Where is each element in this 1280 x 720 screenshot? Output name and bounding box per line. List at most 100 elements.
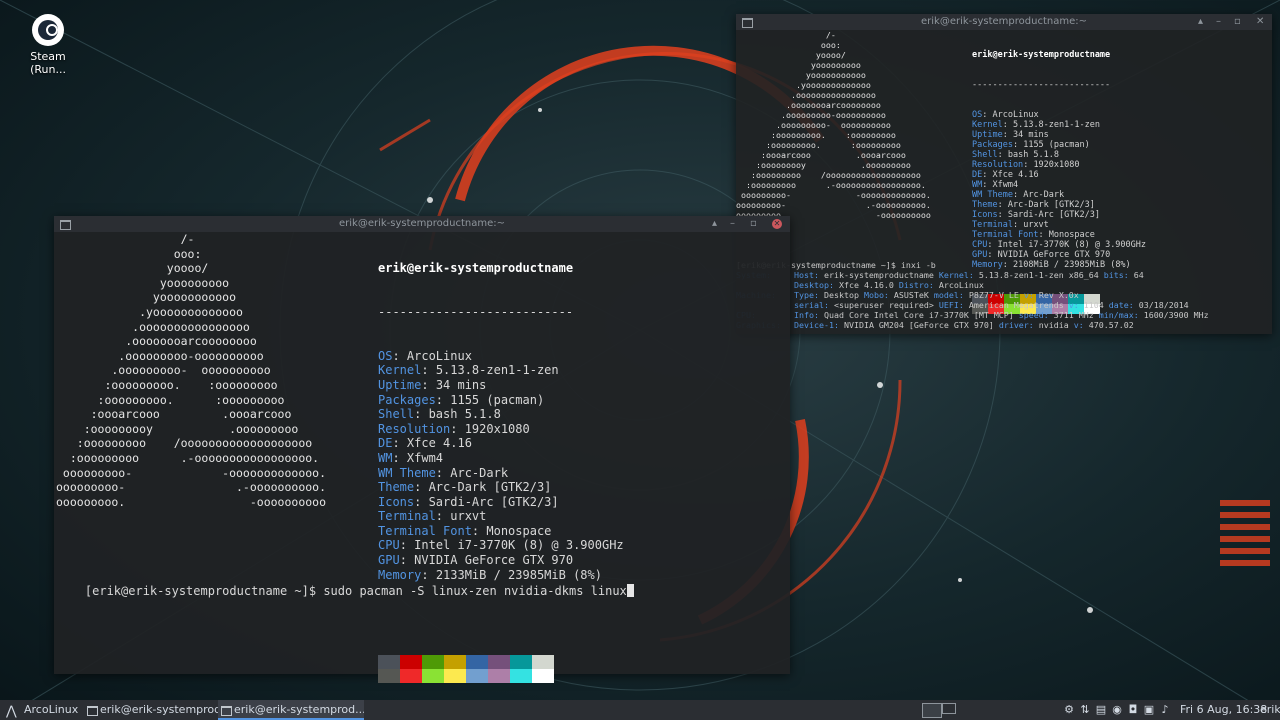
shade-button[interactable]: ▴ (1198, 14, 1203, 30)
workspace-1-switcher[interactable] (922, 703, 942, 718)
inxi-row: Machine:Type: Desktop Mobo: ASUSTeK mode… (736, 290, 1209, 300)
inxi-key: serial: (794, 300, 829, 310)
info-colon: : (414, 480, 429, 495)
terminal-window-secondary[interactable]: erik@erik-systemproductname:~ ▴ – ▫ ✕ /-… (736, 14, 1272, 334)
ascii-line: :oooarcooo .oooarcooo (56, 407, 292, 422)
workspace-2-switcher[interactable] (942, 703, 956, 714)
application-menu-button[interactable]: ⋀ ArcoLinux (4, 700, 90, 720)
info-colon: : (435, 392, 451, 407)
inxi-row: System:Host: erik-systemproductname Kern… (736, 270, 1209, 280)
info-row: Icons: Sardi-Arc [GTK2/3] (378, 495, 624, 510)
info-row: Packages: 1155 (pacman) (378, 393, 624, 408)
info-row: Kernel: 5.13.8-zen1-1-zen (378, 363, 624, 378)
info-row: Terminal Font: Monospace (378, 524, 624, 539)
info-colon: : (399, 553, 415, 568)
info-key: Packages (972, 140, 1013, 150)
info-row: CPU: Intel i7-3770K (8) @ 3.900GHz (378, 538, 624, 553)
info-key: WM Theme (378, 465, 436, 480)
info-key: DE (378, 436, 393, 451)
info-colon: : (414, 407, 429, 422)
palette-swatch (444, 654, 466, 669)
user-name[interactable]: erik (1260, 700, 1280, 720)
inxi-row: serial: <superuser required> UEFI: Ameri… (736, 300, 1209, 310)
taskbar-window-button[interactable]: erik@erik-systemprod... (84, 700, 228, 720)
clipboard-icon[interactable]: ▤ (1094, 700, 1108, 720)
inxi-row: CPU:Info: Quad Core Intel Core i7-3770K … (736, 310, 1209, 320)
neofetch-ascii-logo: /- ooo: yoooo/ yooooooooo yooooooooooo .… (736, 30, 966, 220)
screenshot-icon[interactable]: ◘ (1126, 700, 1140, 720)
info-row: Resolution: 1920x1080 (378, 422, 624, 437)
info-colon: : (450, 421, 465, 436)
steam-icon-label: Steam (Run... (30, 50, 66, 76)
palette-swatch (400, 668, 422, 683)
inxi-value: 1104 (1078, 300, 1109, 310)
info-key: Uptime (972, 130, 1003, 140)
info-colon: : (1002, 130, 1013, 140)
maximize-button[interactable]: ▫ (1234, 14, 1241, 30)
palette-swatch (422, 654, 444, 669)
clock[interactable]: Fri 6 Aug, 16:38 (1180, 700, 1267, 720)
info-row: Shell: bash 5.1.8 (972, 150, 1146, 160)
info-value: 1920x1080 (464, 421, 530, 436)
color-palette (378, 654, 554, 683)
ascii-line: ooo: (56, 246, 202, 261)
ascii-line: yooooooooo (736, 60, 861, 70)
steam-tray-icon[interactable]: ◉ (1110, 700, 1124, 720)
shade-button[interactable]: ▴ (712, 216, 717, 232)
info-key: CPU (972, 240, 988, 250)
info-value: NVIDIA GeForce GTX 970 (414, 553, 574, 568)
minimize-button[interactable]: – (1216, 14, 1221, 30)
close-button[interactable]: ✕ (772, 219, 782, 229)
info-key: Icons (378, 494, 415, 509)
info-row: CPU: Intel i7-3770K (8) @ 3.900GHz (972, 240, 1146, 250)
info-key: Theme (972, 200, 998, 210)
info-value: 5.13.8-zen1-1-zen (435, 363, 559, 378)
inxi-key: speed: (1018, 310, 1049, 320)
ascii-line: /- (56, 232, 195, 246)
inxi-output: System:Host: erik-systemproductname Kern… (736, 270, 1209, 330)
ascii-line: .ooooooooo-oooooooooo (736, 110, 886, 120)
info-colon: : (1002, 120, 1013, 130)
info-key: WM Theme (972, 190, 1013, 200)
info-colon: : (435, 465, 451, 480)
ascii-line: ooooooooo- .-oooooooooo. (736, 200, 931, 210)
maximize-button[interactable]: ▫ (750, 216, 757, 232)
inxi-key: Desktop: (794, 280, 834, 290)
info-key: Kernel (972, 120, 1003, 130)
settings-gear-icon[interactable]: ⚙ (1062, 700, 1076, 720)
info-row: Uptime: 34 mins (972, 130, 1146, 140)
minimize-button[interactable]: – (730, 216, 735, 232)
info-colon: : (997, 210, 1008, 220)
info-row: Kernel: 5.13.8-zen1-1-zen (972, 120, 1146, 130)
inxi-key: min/max: (1098, 310, 1139, 320)
ascii-line: :ooooooooo .-ooooooooooooooooo. (56, 450, 320, 465)
info-colon: : (392, 348, 407, 363)
network-icon[interactable]: ⇅ (1078, 700, 1092, 720)
terminal-window-main[interactable]: erik@erik-systemproductname:~ ▴ – ▫ ✕ /-… (54, 216, 790, 683)
window-titlebar[interactable]: erik@erik-systemproductname:~ ▴ – ▫ ✕ (54, 216, 790, 232)
info-value: Xfce 4.16 (992, 170, 1039, 180)
command-line[interactable]: [erik@erik-systemproductname ~]$ sudo pa… (56, 570, 634, 612)
info-row: GPU: NVIDIA GeForce GTX 970 (972, 250, 1146, 260)
steam-desktop-shortcut[interactable]: Steam (Run... (12, 14, 84, 76)
close-button[interactable]: ✕ (1256, 14, 1264, 30)
info-key: Uptime (378, 377, 422, 392)
inxi-key: UEFI: (938, 300, 964, 310)
typed-command[interactable]: sudo pacman -S linux-zen nvidia-dkms lin… (323, 584, 626, 598)
neofetch-ascii-logo: /- ooo: yoooo/ yooooooooo yooooooooooo .… (54, 232, 386, 509)
taskbar-window-button-active[interactable]: erik@erik-systemprod... (218, 700, 364, 720)
inxi-row: Graphics:Device-1: NVIDIA GM204 [GeForce… (736, 320, 1209, 330)
arcolinux-logo-icon: ⋀ (6, 704, 17, 719)
info-colon: : (471, 523, 487, 538)
ascii-line: ooooooooo- .-oooooooooo. (56, 480, 327, 495)
ascii-line: yooooooooooo (736, 70, 866, 80)
neofetch-info: erik@erik-systemproductname ------------… (378, 232, 624, 712)
inxi-key: Type: (794, 290, 819, 300)
volume-icon[interactable]: ♪ (1158, 700, 1172, 720)
image-viewer-icon[interactable]: ▣ (1142, 700, 1156, 720)
ascii-line: :ooooooooy .ooooooooo (56, 421, 299, 436)
info-value: Xfwm4 (406, 450, 444, 465)
window-titlebar[interactable]: erik@erik-systemproductname:~ ▴ – ▫ ✕ (736, 14, 1272, 30)
info-row: WM: Xfwm4 (378, 451, 624, 466)
info-key: Kernel (378, 363, 422, 378)
